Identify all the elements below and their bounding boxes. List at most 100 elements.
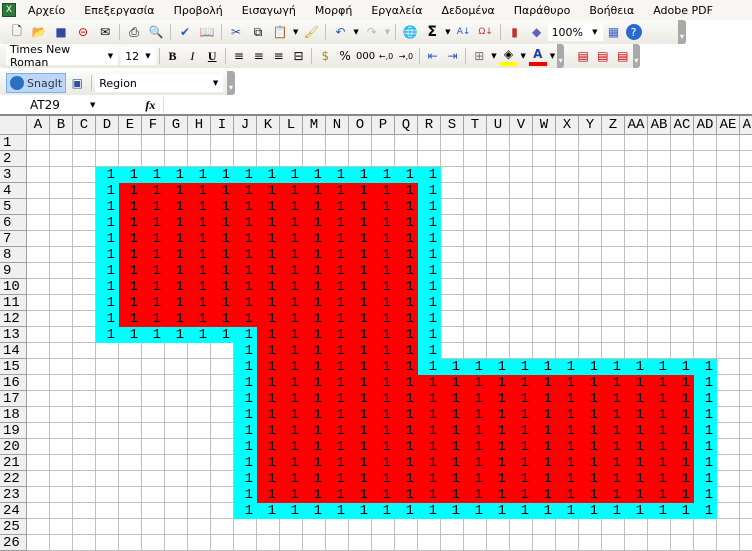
cell-Q21[interactable]: 1	[395, 455, 418, 471]
cell-N7[interactable]: 1	[326, 231, 349, 247]
cell-S6[interactable]	[441, 215, 464, 231]
cell-V21[interactable]: 1	[510, 455, 533, 471]
cell-W10[interactable]	[533, 279, 556, 295]
cell-W1[interactable]	[533, 135, 556, 151]
cell-X10[interactable]	[556, 279, 579, 295]
cell-E8[interactable]: 1	[119, 247, 142, 263]
cell-K20[interactable]: 1	[257, 439, 280, 455]
row-header-11[interactable]: 11	[0, 295, 27, 311]
cell-Q3[interactable]: 1	[395, 167, 418, 183]
cell-X11[interactable]	[556, 295, 579, 311]
cell-V8[interactable]	[510, 247, 533, 263]
cell-E21[interactable]	[119, 455, 142, 471]
menu-6[interactable]: Δεδομένα	[441, 4, 494, 17]
cell-C19[interactable]	[73, 423, 96, 439]
cell-H15[interactable]	[188, 359, 211, 375]
cell-AA10[interactable]	[625, 279, 648, 295]
row-header-14[interactable]: 14	[0, 343, 27, 359]
cell-X8[interactable]	[556, 247, 579, 263]
cell-S11[interactable]	[441, 295, 464, 311]
cell-AD8[interactable]	[694, 247, 717, 263]
cell-X6[interactable]	[556, 215, 579, 231]
worksheet-grid[interactable]: ABCDEFGHIJKLMNOPQRSTUVWXYZAAABACADAEAF12…	[0, 114, 752, 551]
cell-C13[interactable]	[73, 327, 96, 343]
cell-W16[interactable]: 1	[533, 375, 556, 391]
cell-X15[interactable]: 1	[556, 359, 579, 375]
cell-A11[interactable]	[27, 295, 50, 311]
cell-E16[interactable]	[119, 375, 142, 391]
cell-C24[interactable]	[73, 503, 96, 519]
cell-O18[interactable]: 1	[349, 407, 372, 423]
cell-AC3[interactable]	[671, 167, 694, 183]
cell-X23[interactable]: 1	[556, 487, 579, 503]
cell-C25[interactable]	[73, 519, 96, 535]
cell-J10[interactable]: 1	[234, 279, 257, 295]
cell-T14[interactable]	[464, 343, 487, 359]
cell-U17[interactable]: 1	[487, 391, 510, 407]
cell-B18[interactable]	[50, 407, 73, 423]
cell-N17[interactable]: 1	[326, 391, 349, 407]
cell-P23[interactable]: 1	[372, 487, 395, 503]
cell-H20[interactable]	[188, 439, 211, 455]
cell-Q7[interactable]: 1	[395, 231, 418, 247]
cell-AB7[interactable]	[648, 231, 671, 247]
calculator-icon[interactable]: ▦	[604, 22, 624, 42]
cell-Y16[interactable]: 1	[579, 375, 602, 391]
cell-Z17[interactable]: 1	[602, 391, 625, 407]
cell-K11[interactable]: 1	[257, 295, 280, 311]
redo-icon[interactable]: ↷	[362, 22, 382, 42]
row-header-22[interactable]: 22	[0, 471, 27, 487]
fx-icon[interactable]: fx	[145, 98, 155, 113]
cell-P2[interactable]	[372, 151, 395, 167]
cell-E4[interactable]: 1	[119, 183, 142, 199]
cell-C9[interactable]	[73, 263, 96, 279]
cell-L17[interactable]: 1	[280, 391, 303, 407]
cell-N18[interactable]: 1	[326, 407, 349, 423]
cell-W5[interactable]	[533, 199, 556, 215]
cell-T13[interactable]	[464, 327, 487, 343]
cell-I9[interactable]: 1	[211, 263, 234, 279]
cell-D19[interactable]	[96, 423, 119, 439]
cell-F3[interactable]: 1	[142, 167, 165, 183]
cell-Z1[interactable]	[602, 135, 625, 151]
cell-O3[interactable]: 1	[349, 167, 372, 183]
spelling-icon[interactable]: ✔	[175, 22, 195, 42]
cell-B10[interactable]	[50, 279, 73, 295]
cell-AC9[interactable]	[671, 263, 694, 279]
select-all-button[interactable]	[0, 116, 27, 135]
cell-S14[interactable]	[441, 343, 464, 359]
cell-AB15[interactable]: 1	[648, 359, 671, 375]
cell-Z7[interactable]	[602, 231, 625, 247]
cell-AC24[interactable]: 1	[671, 503, 694, 519]
cell-L20[interactable]: 1	[280, 439, 303, 455]
column-header-H[interactable]: H	[188, 116, 211, 135]
cell-AF13[interactable]	[740, 327, 752, 343]
cell-B25[interactable]	[50, 519, 73, 535]
cell-U19[interactable]: 1	[487, 423, 510, 439]
cell-AC4[interactable]	[671, 183, 694, 199]
cell-W24[interactable]: 1	[533, 503, 556, 519]
column-header-R[interactable]: R	[418, 116, 441, 135]
cell-C7[interactable]	[73, 231, 96, 247]
cell-T12[interactable]	[464, 311, 487, 327]
cell-L1[interactable]	[280, 135, 303, 151]
cell-L21[interactable]: 1	[280, 455, 303, 471]
cell-AF21[interactable]	[740, 455, 752, 471]
cell-S24[interactable]: 1	[441, 503, 464, 519]
cell-S3[interactable]	[441, 167, 464, 183]
cell-AE3[interactable]	[717, 167, 740, 183]
cell-M6[interactable]: 1	[303, 215, 326, 231]
cell-L10[interactable]: 1	[280, 279, 303, 295]
column-header-Z[interactable]: Z	[602, 116, 625, 135]
cell-M21[interactable]: 1	[303, 455, 326, 471]
cell-V16[interactable]: 1	[510, 375, 533, 391]
cell-B13[interactable]	[50, 327, 73, 343]
cell-N6[interactable]: 1	[326, 215, 349, 231]
cell-G17[interactable]	[165, 391, 188, 407]
formula-input[interactable]	[163, 97, 752, 113]
cell-M23[interactable]: 1	[303, 487, 326, 503]
cell-U26[interactable]	[487, 535, 510, 551]
cell-Z11[interactable]	[602, 295, 625, 311]
cell-Z25[interactable]	[602, 519, 625, 535]
cell-D23[interactable]	[96, 487, 119, 503]
